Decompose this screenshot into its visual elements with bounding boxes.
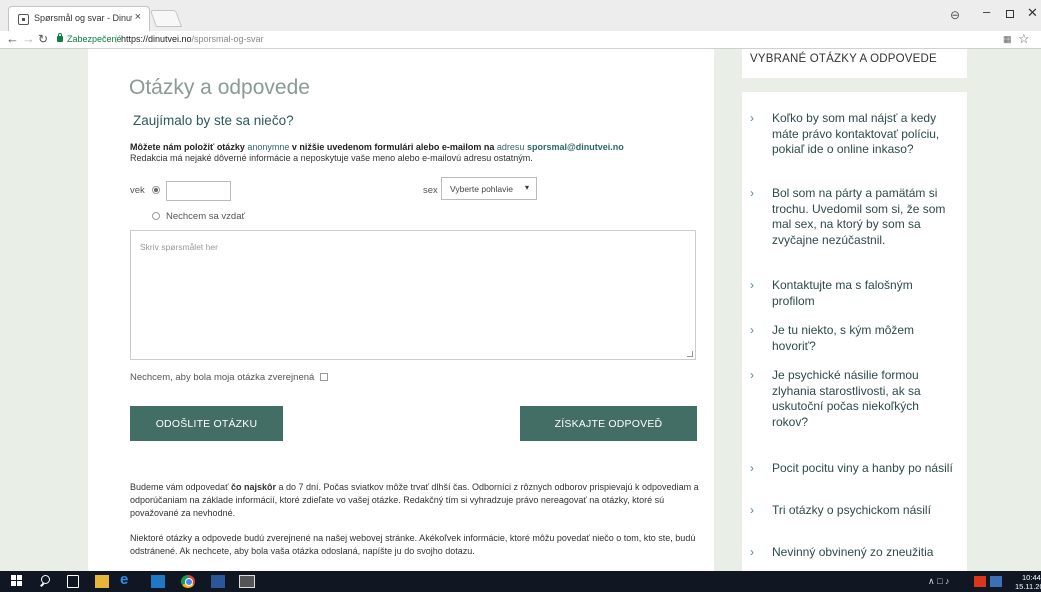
- sidebar-item-label[interactable]: Koľko by som mal nájsť a kedy máte právo…: [772, 111, 957, 158]
- maximize-icon[interactable]: [1006, 10, 1014, 18]
- minimize-icon[interactable]: –: [983, 4, 990, 19]
- sidebar: VYBRANÉ OTÁZKY A ODPOVEDE › Koľko by som…: [742, 49, 967, 571]
- sidebar-item-label[interactable]: Tri otázky o psychickom násilí: [772, 503, 957, 519]
- close-icon[interactable]: ✕: [1027, 5, 1038, 21]
- secure-label: Zabezpečené: [67, 34, 122, 44]
- url-separator: |: [115, 33, 118, 43]
- favicon-icon: [18, 14, 29, 25]
- email-link[interactable]: sporsmal@dinutvei.no: [524, 142, 624, 152]
- sidebar-divider: [742, 78, 967, 92]
- question-placeholder: Skriv spørsmålet her: [140, 242, 218, 252]
- sidebar-item-label[interactable]: Je tu niekto, s kým môžem hovoriť?: [772, 323, 957, 354]
- tab-close-icon[interactable]: ×: [135, 11, 141, 23]
- intro-part2: v nižšie uvedenom formulári alebo e-mail…: [289, 142, 497, 152]
- no-publish-label: Nechcem, aby bola moja otázka zverejnená: [130, 372, 315, 383]
- task-view-icon[interactable]: [67, 575, 79, 588]
- url-base: https://dinutvei.no: [121, 34, 192, 44]
- no-age-label: Nechcem sa vzdať: [166, 211, 246, 222]
- page-title: Otázky a odpovede: [129, 76, 310, 99]
- publish-info: Niektoré otázky a odpovede budú zverejne…: [130, 533, 696, 556]
- send-question-button[interactable]: ODOŠLITE OTÁZKU: [130, 406, 283, 441]
- anonymous-link[interactable]: anonymne: [247, 142, 289, 152]
- page-subtitle: Zaujímalo by ste sa niečo?: [133, 113, 294, 128]
- tray-app-icon[interactable]: [990, 576, 1002, 587]
- clock[interactable]: 10:44 15.11.201: [1015, 573, 1041, 591]
- search-icon[interactable]: [40, 575, 52, 588]
- age-input[interactable]: [166, 181, 231, 201]
- chevron-right-icon: ›: [750, 503, 754, 517]
- edge-icon[interactable]: e: [120, 571, 134, 588]
- sidebar-item-label[interactable]: Nevinný obvinený zo zneužitia: [772, 545, 957, 561]
- chevron-right-icon: ›: [750, 111, 754, 125]
- system-tray-icons[interactable]: ∧ □ ♪: [928, 576, 950, 587]
- sidebar-heading: VYBRANÉ OTÁZKY A ODPOVEDE: [750, 53, 937, 65]
- caret-down-icon: ▾: [524, 183, 529, 192]
- resize-handle-icon[interactable]: [687, 351, 693, 357]
- clock-date: 15.11.201: [1015, 582, 1041, 591]
- photos-icon[interactable]: [239, 575, 255, 588]
- taskbar: e ∧ □ ♪ 10:44 15.11.201: [0, 571, 1041, 592]
- question-textarea[interactable]: Skriv spørsmålet her: [130, 230, 696, 360]
- chevron-right-icon: ›: [750, 545, 754, 559]
- browser-tabbar: Spørsmål og svar - Dinut × ⊖ – ✕: [0, 0, 1041, 31]
- age-radio[interactable]: [152, 186, 160, 194]
- url-path: /sporsmal-og-svar: [191, 34, 264, 44]
- sidebar-item-label[interactable]: Je psychické násilie formou zlyhania sta…: [772, 368, 957, 430]
- intro-part1: Môžete nám položiť otázky: [130, 142, 248, 152]
- new-tab-button[interactable]: [149, 10, 183, 27]
- chevron-right-icon: ›: [750, 278, 754, 292]
- word-icon[interactable]: [211, 575, 225, 588]
- address-bar: ← → ↻ Zabezpečené | https://dinutvei.no/…: [0, 31, 1041, 49]
- intro-text: Môžete nám položiť otázky anonymne v niž…: [130, 142, 624, 152]
- forward-icon[interactable]: →: [22, 31, 35, 46]
- chevron-right-icon: ›: [750, 186, 754, 200]
- lock-icon: [57, 33, 63, 42]
- url-field[interactable]: https://dinutvei.no/sporsmal-og-svar: [121, 34, 264, 44]
- sex-select[interactable]: Vyberte pohlavie ▾: [441, 177, 537, 200]
- windows-start-icon[interactable]: [11, 575, 23, 588]
- response-info-a: Budeme vám odpovedať: [130, 482, 231, 492]
- sidebar-item-label[interactable]: Pocit pocitu viny a hanby po násilí: [772, 461, 957, 477]
- main-content: Otázky a odpovede Zaujímalo by ste sa ni…: [88, 49, 714, 571]
- chevron-right-icon: ›: [750, 323, 754, 337]
- response-info-bold: čo najskôr: [230, 482, 276, 492]
- store-icon[interactable]: [151, 575, 165, 588]
- chrome-icon[interactable]: [181, 575, 195, 588]
- profile-icon[interactable]: ⊖: [950, 8, 960, 22]
- sex-select-value: Vyberte pohlavie: [450, 184, 514, 194]
- age-label: vek: [130, 185, 145, 196]
- privacy-note: Redakcia má nejaké dôverné informácie a …: [130, 153, 533, 163]
- chevron-right-icon: ›: [750, 461, 754, 475]
- address-link[interactable]: adresu: [497, 142, 525, 152]
- file-explorer-icon[interactable]: [95, 575, 109, 588]
- sex-label: sex: [423, 185, 438, 196]
- translate-icon[interactable]: ▦: [1003, 34, 1012, 45]
- flash-icon[interactable]: [974, 576, 986, 587]
- no-age-radio[interactable]: [152, 212, 160, 220]
- clock-time: 10:44: [1022, 573, 1041, 582]
- response-info: Budeme vám odpovedať čo najskôr a do 7 d…: [130, 481, 700, 520]
- no-publish-checkbox[interactable]: [320, 373, 328, 381]
- back-icon[interactable]: ←: [6, 31, 19, 46]
- browser-tab[interactable]: Spørsmål og svar - Dinut ×: [8, 6, 150, 31]
- sidebar-item-label[interactable]: Kontaktujte ma s falošným profilom: [772, 278, 957, 309]
- tab-title: Spørsmål og svar - Dinut: [34, 13, 132, 23]
- reload-icon[interactable]: ↻: [38, 32, 48, 46]
- star-icon[interactable]: ☆: [1018, 31, 1030, 47]
- get-answer-button[interactable]: ZÍSKAJTE ODPOVEĎ: [520, 406, 697, 441]
- page: Otázky a odpovede Zaujímalo by ste sa ni…: [0, 49, 1041, 571]
- chevron-right-icon: ›: [750, 368, 754, 382]
- sidebar-item-label[interactable]: Bol som na párty a pamätám si trochu. Uv…: [772, 186, 957, 248]
